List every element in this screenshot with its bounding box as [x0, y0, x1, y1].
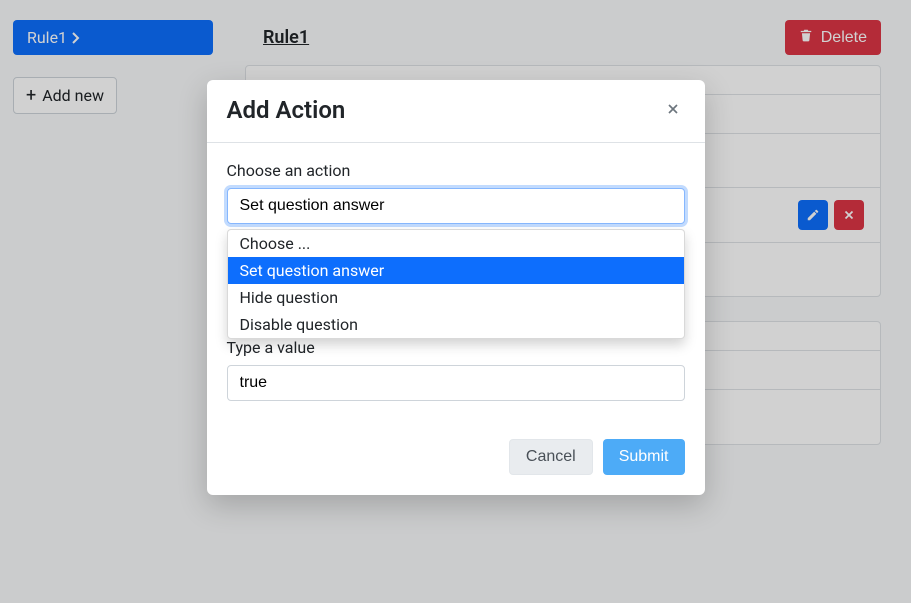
value-field-wrap	[227, 365, 685, 401]
submit-button[interactable]: Submit	[603, 439, 685, 475]
action-select[interactable]: Choose ... Set question answer Hide ques…	[227, 188, 685, 224]
close-button[interactable]	[661, 97, 685, 124]
modal-body: Choose an action Choose ... Set question…	[207, 143, 705, 425]
dropdown-item[interactable]: Disable question	[228, 311, 684, 338]
modal-title: Add Action	[227, 96, 346, 124]
value-input[interactable]	[227, 365, 685, 401]
action-dropdown: Choose ... Set question answer Hide ques…	[227, 229, 685, 339]
choose-action-label: Choose an action	[227, 161, 685, 180]
type-value-label: Type a value	[227, 338, 685, 357]
cancel-button[interactable]: Cancel	[509, 439, 593, 475]
action-select-input[interactable]	[227, 188, 685, 224]
modal-overlay[interactable]: Add Action Choose an action Choose ... S…	[0, 0, 911, 603]
add-action-modal: Add Action Choose an action Choose ... S…	[207, 80, 705, 495]
dropdown-item[interactable]: Choose ...	[228, 230, 684, 257]
modal-header: Add Action	[207, 80, 705, 143]
modal-footer: Cancel Submit	[207, 425, 705, 495]
dropdown-item[interactable]: Hide question	[228, 284, 684, 311]
close-icon	[665, 105, 681, 120]
dropdown-item[interactable]: Set question answer	[228, 257, 684, 284]
